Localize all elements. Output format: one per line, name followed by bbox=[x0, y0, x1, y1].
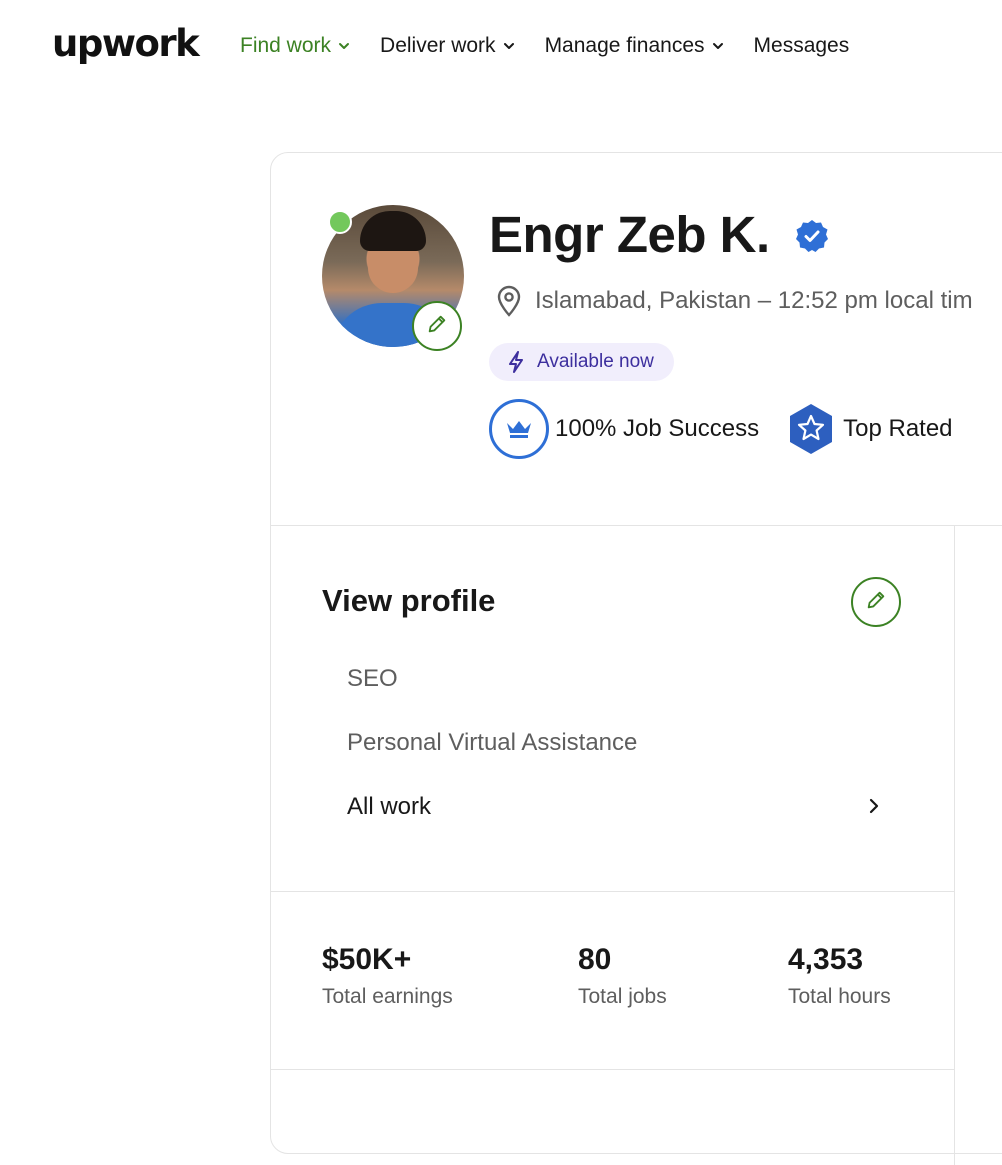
section-divider bbox=[271, 891, 954, 892]
edit-profile-button[interactable] bbox=[851, 577, 901, 627]
availability-badge[interactable]: Available now bbox=[489, 343, 674, 381]
availability-text: Available now bbox=[537, 351, 654, 372]
main-nav: Find work Deliver work Manage finances M… bbox=[240, 34, 879, 58]
nav-manage-finances[interactable]: Manage finances bbox=[545, 34, 724, 58]
chevron-down-icon bbox=[338, 40, 350, 52]
nav-manage-finances-label: Manage finances bbox=[544, 34, 705, 57]
nav-messages[interactable]: Messages bbox=[754, 34, 850, 58]
pencil-icon bbox=[865, 589, 887, 616]
stat-total-earnings: $50K+ Total earnings bbox=[322, 943, 453, 1009]
profile-specialty-seo[interactable]: SEO bbox=[347, 665, 398, 693]
job-success-text: 100% Job Success bbox=[555, 415, 760, 442]
all-work-link[interactable]: All work bbox=[347, 793, 431, 821]
location-pin-icon bbox=[495, 285, 523, 317]
stat-label: Total hours bbox=[788, 985, 891, 1008]
section-divider bbox=[271, 525, 1002, 526]
online-status-dot bbox=[328, 210, 352, 234]
stat-label: Total earnings bbox=[322, 985, 453, 1008]
top-rated-text: Top Rated bbox=[843, 415, 953, 442]
view-profile-title: View profile bbox=[322, 583, 496, 618]
job-success-badge[interactable]: 100% Job Success bbox=[489, 399, 759, 459]
profile-location: Islamabad, Pakistan – 12:52 pm local tim bbox=[495, 285, 973, 317]
star-hexagon-icon bbox=[787, 403, 835, 455]
edit-avatar-button[interactable] bbox=[412, 301, 462, 351]
nav-find-work[interactable]: Find work bbox=[240, 34, 350, 58]
top-rated-badge[interactable]: Top Rated bbox=[787, 403, 953, 455]
upwork-logo[interactable]: upwork bbox=[52, 22, 200, 65]
nav-find-work-label: Find work bbox=[240, 34, 332, 57]
top-header: upwork Find work Deliver work Manage fin… bbox=[0, 0, 1002, 100]
stat-total-jobs: 80 Total jobs bbox=[578, 943, 667, 1009]
pencil-icon bbox=[426, 313, 448, 340]
section-divider bbox=[271, 1069, 954, 1070]
profile-name: Engr Zeb K. bbox=[489, 206, 770, 263]
stat-value: $50K+ bbox=[322, 943, 412, 976]
location-text: Islamabad, Pakistan – 12:52 pm local tim bbox=[535, 287, 973, 314]
verified-badge-icon bbox=[795, 219, 829, 253]
stat-total-hours: 4,353 Total hours bbox=[788, 943, 891, 1009]
column-divider bbox=[954, 525, 955, 1165]
stat-value: 80 bbox=[578, 943, 612, 976]
nav-deliver-work-label: Deliver work bbox=[380, 34, 496, 57]
stat-value: 4,353 bbox=[788, 943, 864, 976]
chevron-down-icon bbox=[503, 40, 515, 52]
chevron-down-icon bbox=[712, 40, 724, 52]
chevron-right-icon[interactable] bbox=[867, 795, 881, 817]
profile-card: Engr Zeb K. Islamabad, Pakistan – 12:52 … bbox=[270, 152, 1002, 1165]
nav-messages-label: Messages bbox=[753, 34, 850, 57]
stat-label: Total jobs bbox=[578, 985, 667, 1008]
crown-icon bbox=[489, 399, 549, 459]
profile-specialty-virtual-assistance[interactable]: Personal Virtual Assistance bbox=[347, 729, 637, 757]
nav-deliver-work[interactable]: Deliver work bbox=[380, 34, 515, 58]
lightning-bolt-icon bbox=[507, 351, 525, 373]
profile-badges: 100% Job Success Top Rated bbox=[489, 399, 981, 459]
